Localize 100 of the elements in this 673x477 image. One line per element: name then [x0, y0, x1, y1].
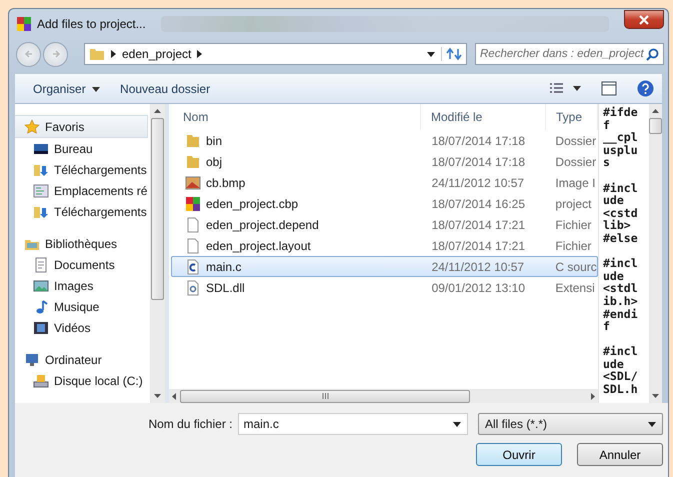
- breadcrumb-arrow-icon[interactable]: [111, 50, 116, 58]
- file-name: bin: [206, 134, 222, 148]
- images-icon: [33, 278, 49, 294]
- sidebar-item[interactable]: Disque local (C:): [15, 370, 150, 391]
- star-icon: [24, 118, 40, 134]
- file-name: eden_project.layout: [206, 238, 311, 252]
- preview-text: #incl ude <cstd lib> #else: [603, 182, 639, 245]
- sidebar-item[interactable]: Musique: [15, 296, 150, 317]
- sidebar-item[interactable]: Téléchargements: [15, 201, 150, 222]
- scroll-thumb[interactable]: [180, 390, 470, 402]
- column-header[interactable]: Modifié le: [421, 104, 546, 130]
- dropdown-arrow-icon: [648, 422, 656, 426]
- modified-date: 18/07/2014 17:18: [430, 134, 526, 148]
- file-type: C sourc: [554, 260, 597, 274]
- cancel-button[interactable]: Annuler: [577, 443, 663, 466]
- file-name: obj: [206, 154, 222, 168]
- modified-date: 24/11/2012 10:57: [430, 260, 526, 274]
- image-icon: [185, 174, 201, 190]
- file-name: eden_project.depend: [206, 218, 319, 232]
- caret-icon: [92, 86, 100, 92]
- sidebar-group[interactable]: Ordinateur: [15, 349, 150, 370]
- modified-date: 18/07/2014 17:21: [430, 218, 526, 232]
- scroll-down-icon[interactable]: [652, 394, 659, 398]
- dropdown-arrow-icon[interactable]: [452, 422, 461, 426]
- filename-field[interactable]: main.c: [238, 413, 468, 435]
- filename-label: Nom du fichier :: [147, 417, 232, 431]
- modified-date: 24/11/2012 10:57: [430, 176, 526, 190]
- modified-date: 18/07/2014 16:25: [430, 196, 526, 210]
- preview-text: #incl ude <stdl ib.h> #endi f: [603, 257, 639, 333]
- scrollbar[interactable]: [169, 389, 598, 403]
- sidebar-item[interactable]: Documents: [15, 254, 150, 275]
- breadcrumb[interactable]: eden_project: [122, 47, 192, 61]
- scroll-thumb[interactable]: [151, 118, 164, 300]
- file-type: Extensi: [554, 280, 596, 294]
- scrollbar[interactable]: [649, 104, 662, 403]
- scroll-down-icon[interactable]: [154, 394, 161, 398]
- scrollbar[interactable]: [150, 104, 165, 403]
- close-button[interactable]: [624, 10, 664, 29]
- file-type: Dossier: [554, 134, 597, 148]
- computer-icon: [24, 352, 40, 368]
- file-type: Fichier: [554, 218, 592, 232]
- sidebar-item[interactable]: Emplacements ré: [15, 180, 150, 201]
- file-name: cb.bmp: [206, 176, 246, 190]
- address-bar[interactable]: eden_project: [84, 43, 467, 65]
- file-row[interactable]: SDL.dll 09/01/2012 13:10 Extensi: [171, 277, 598, 298]
- blank-file-icon: [185, 216, 201, 232]
- file-name: SDL.dll: [206, 280, 245, 294]
- open-button[interactable]: Ouvrir: [476, 443, 562, 466]
- file-row[interactable]: eden_project.depend 18/07/2014 17:21 Fichier: [171, 214, 598, 235]
- modified-date: 18/07/2014 17:18: [430, 154, 526, 168]
- folder-icon: [89, 46, 105, 62]
- dropdown-arrow-icon[interactable]: [427, 52, 435, 56]
- help-icon[interactable]: [637, 80, 654, 97]
- close-icon: [638, 14, 650, 24]
- grip-icon: [322, 393, 328, 399]
- sidebar-item[interactable]: Bureau: [15, 138, 150, 159]
- folder-icon: [185, 154, 201, 170]
- file-row[interactable]: main.c 24/11/2012 10:57 C sourc: [171, 256, 598, 277]
- file-type: Fichier: [554, 238, 592, 252]
- view-list-icon[interactable]: [549, 82, 565, 94]
- column-header[interactable]: Type: [546, 104, 598, 130]
- breadcrumb-arrow-icon[interactable]: [197, 50, 202, 58]
- file-name: eden_project.cbp: [206, 196, 298, 210]
- scroll-left-icon[interactable]: [172, 392, 176, 400]
- scroll-right-icon[interactable]: [591, 392, 595, 400]
- sidebar-item[interactable]: Téléchargements: [15, 159, 150, 180]
- preview-text: #ifde f __cpl usplu s: [603, 106, 639, 169]
- modified-date: 18/07/2014 17:21: [430, 238, 526, 252]
- window-title: Add files to project...: [37, 16, 146, 30]
- dropdown-arrow-icon[interactable]: [573, 86, 581, 91]
- file-type: Image I: [554, 176, 596, 190]
- search-field[interactable]: Rechercher dans : eden_project: [475, 43, 664, 65]
- scroll-up-icon[interactable]: [652, 109, 659, 113]
- modified-date: 09/01/2012 13:10: [430, 280, 526, 294]
- sidebar-group[interactable]: Favoris: [15, 115, 148, 138]
- file-type: project: [554, 196, 592, 210]
- file-row[interactable]: bin 18/07/2014 17:18 Dossier: [171, 130, 598, 151]
- documents-icon: [33, 256, 49, 272]
- file-type: Dossier: [554, 154, 597, 168]
- new-folder-button[interactable]: Nouveau dossier: [114, 80, 216, 98]
- file-row[interactable]: obj 18/07/2014 17:18 Dossier: [171, 151, 598, 172]
- scroll-thumb[interactable]: [649, 118, 662, 134]
- organize-menu-button[interactable]: Organiser: [27, 80, 106, 98]
- sidebar-item[interactable]: Images: [15, 275, 150, 296]
- search-icon: [646, 48, 659, 60]
- preview-pane-icon[interactable]: [601, 81, 617, 96]
- refresh-icon[interactable]: [441, 47, 462, 61]
- sidebar-group[interactable]: Bibliothèques: [15, 233, 150, 254]
- file-type-dropdown[interactable]: All files (*.*): [478, 413, 663, 435]
- disk-icon: [33, 372, 49, 388]
- videos-icon: [33, 320, 49, 336]
- column-header[interactable]: Nom: [169, 104, 421, 130]
- blank-file-icon: [185, 238, 201, 254]
- places-icon: [33, 182, 49, 198]
- sidebar-item[interactable]: Vidéos: [15, 317, 150, 338]
- scroll-up-icon[interactable]: [154, 109, 161, 113]
- file-row[interactable]: cb.bmp 24/11/2012 10:57 Image I: [171, 172, 598, 193]
- file-row[interactable]: eden_project.cbp 18/07/2014 16:25 project: [171, 193, 598, 214]
- file-row[interactable]: eden_project.layout 18/07/2014 17:21 Fichier: [171, 235, 598, 256]
- file-name: main.c: [206, 260, 242, 274]
